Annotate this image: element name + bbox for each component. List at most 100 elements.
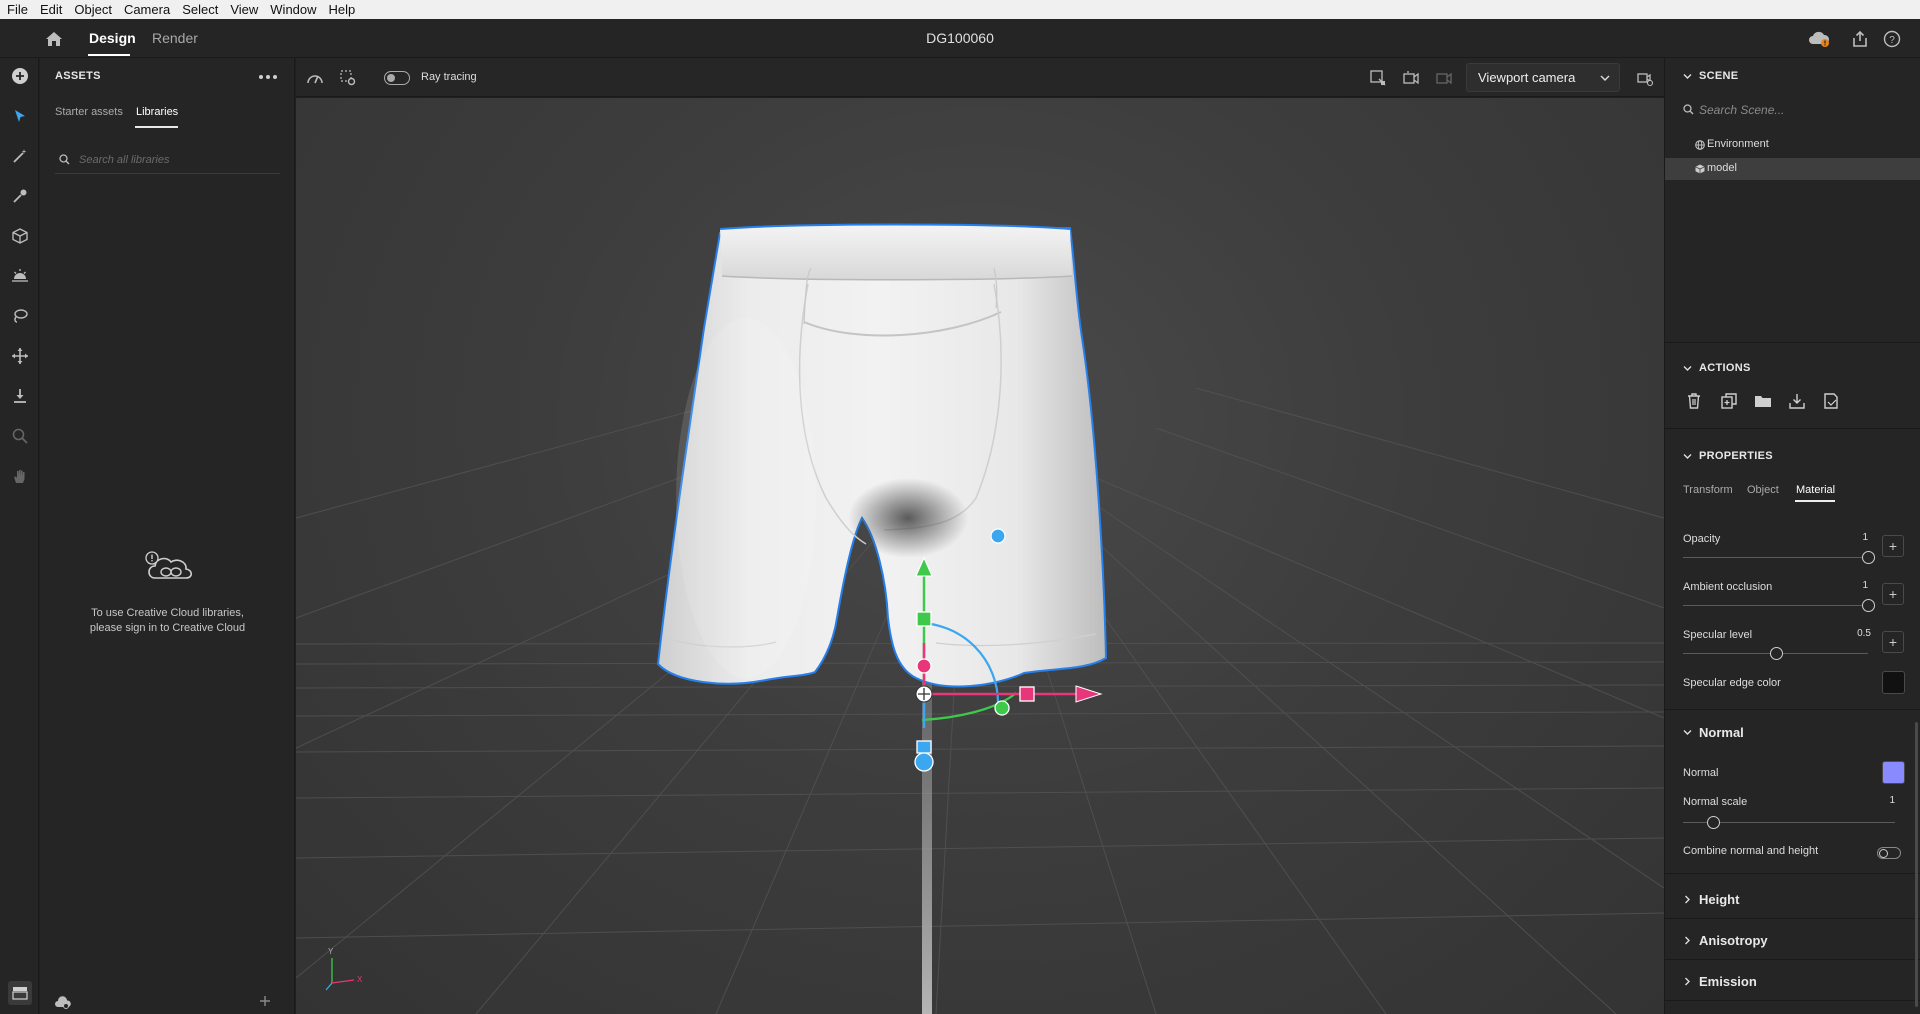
drop-to-ground-icon[interactable] (8, 384, 32, 408)
library-search-input[interactable] (79, 152, 269, 168)
scene-search-input[interactable] (1699, 102, 1899, 118)
gizmo-x-scale[interactable] (1019, 686, 1035, 702)
save-material-icon[interactable] (1822, 392, 1840, 410)
chevron-down-icon[interactable] (1683, 452, 1692, 461)
specular-level-value: 0.5 (1857, 628, 1871, 639)
normal-scale-value: 1 (1889, 795, 1895, 806)
scene-item-environment[interactable]: Environment (1665, 134, 1920, 156)
gizmo-y-scale[interactable] (916, 611, 932, 627)
search-icon (1683, 104, 1694, 115)
combine-normal-height-toggle[interactable] (1877, 847, 1901, 859)
group-icon[interactable] (1754, 392, 1772, 410)
camera-select[interactable]: Viewport camera (1466, 63, 1620, 92)
opacity-slider-thumb[interactable] (1862, 551, 1875, 564)
chevron-down-icon[interactable] (1683, 72, 1692, 81)
search-icon (59, 154, 70, 165)
viewport-toolbar: Ray tracing Viewport camera (296, 58, 1664, 97)
tab-libraries[interactable]: Libraries (136, 106, 178, 118)
opacity-label: Opacity (1683, 533, 1721, 545)
tab-libraries-underline (135, 126, 178, 128)
ambient-occlusion-add-texture-button[interactable]: + (1882, 583, 1904, 605)
divider (1665, 918, 1920, 919)
duplicate-icon[interactable] (1720, 392, 1738, 410)
specular-edge-color-swatch[interactable] (1882, 671, 1905, 694)
tab-object[interactable]: Object (1747, 484, 1779, 496)
camera-select-value: Viewport camera (1478, 70, 1576, 85)
viewport-3d[interactable]: Y X (296, 98, 1664, 1014)
chevron-down-icon[interactable] (1683, 364, 1692, 373)
menu-camera[interactable]: Camera (123, 2, 171, 17)
zoom-icon[interactable] (8, 424, 32, 448)
menu-file[interactable]: File (6, 2, 29, 17)
lasso-icon[interactable] (8, 304, 32, 328)
menu-edit[interactable]: Edit (39, 2, 63, 17)
camera-disabled-icon[interactable] (1433, 67, 1455, 89)
move-icon[interactable] (8, 344, 32, 368)
ray-tracing-toggle[interactable] (384, 71, 410, 85)
camera-settings-icon[interactable] (1634, 67, 1656, 89)
delete-icon[interactable] (1685, 392, 1703, 410)
gizmo-rotate-blue-handle[interactable] (990, 528, 1006, 544)
menu-window[interactable]: Window (269, 2, 317, 17)
hand-icon[interactable] (8, 464, 32, 488)
scrollbar[interactable] (1915, 722, 1918, 1007)
light-icon[interactable] (8, 264, 32, 288)
menu-object[interactable]: Object (73, 2, 113, 17)
specular-level-slider-thumb[interactable] (1769, 647, 1783, 660)
help-icon[interactable]: ? (1881, 28, 1903, 50)
cloud-sync-icon[interactable] (1808, 28, 1830, 50)
cloud-settings-icon[interactable] (55, 996, 71, 1010)
add-library-icon[interactable] (258, 994, 274, 1010)
divider (1665, 342, 1920, 343)
tab-starter-assets[interactable]: Starter assets (55, 106, 123, 118)
gizmo-rotate-green-handle[interactable] (994, 700, 1010, 716)
normal-section-title[interactable]: Normal (1699, 725, 1744, 740)
more-options-icon[interactable] (258, 67, 282, 83)
opacity-add-texture-button[interactable]: + (1882, 535, 1904, 557)
sampler-icon[interactable] (8, 184, 32, 208)
gizmo-z-scale[interactable] (916, 740, 932, 754)
chevron-right-icon[interactable] (1683, 977, 1692, 986)
tab-material[interactable]: Material (1796, 484, 1835, 496)
scene-item-model[interactable]: model (1665, 158, 1920, 180)
select-icon[interactable] (8, 104, 32, 128)
menu-select[interactable]: Select (181, 2, 219, 17)
magic-wand-icon[interactable] (8, 144, 32, 168)
globe-icon (1695, 140, 1705, 150)
performance-icon[interactable] (304, 67, 326, 89)
specular-level-add-texture-button[interactable]: + (1882, 631, 1904, 653)
camera-bookmark-icon[interactable] (1400, 67, 1422, 89)
emission-section-title[interactable]: Emission (1699, 974, 1757, 989)
ambient-occlusion-slider-thumb[interactable] (1862, 599, 1875, 612)
menu-help[interactable]: Help (328, 2, 357, 17)
normal-map-swatch[interactable] (1882, 761, 1905, 784)
gizmo-rotate-red-handle[interactable] (916, 658, 932, 674)
library-search (55, 146, 280, 174)
panel-toggle-icon[interactable] (8, 981, 32, 1005)
gizmo-x-arrow[interactable] (1075, 685, 1103, 703)
boxer-model[interactable] (656, 223, 1108, 688)
normal-scale-slider-thumb[interactable] (1707, 816, 1720, 829)
menu-view[interactable]: View (229, 2, 259, 17)
chevron-right-icon[interactable] (1683, 936, 1692, 945)
assets-panel: ASSETS Starter assets Libraries To use C… (40, 58, 295, 1014)
gizmo-z-handle[interactable] (914, 752, 934, 772)
opacity-slider[interactable] (1683, 557, 1868, 558)
tab-render[interactable]: Render (152, 30, 198, 46)
export-icon[interactable] (1788, 392, 1806, 410)
height-section-title[interactable]: Height (1699, 892, 1739, 907)
add-icon[interactable] (8, 64, 32, 88)
chevron-right-icon[interactable] (1683, 895, 1692, 904)
render-settings-icon[interactable] (337, 67, 359, 89)
scene-search (1683, 100, 1908, 120)
share-icon[interactable] (1849, 28, 1871, 50)
frame-object-icon[interactable] (1367, 67, 1389, 89)
cube-icon[interactable] (8, 224, 32, 248)
ambient-occlusion-slider[interactable] (1683, 605, 1868, 606)
chevron-down-icon[interactable] (1683, 728, 1692, 737)
axis-y-label: Y (328, 947, 334, 956)
tab-design[interactable]: Design (89, 30, 136, 46)
home-icon[interactable] (44, 29, 64, 49)
tab-transform[interactable]: Transform (1683, 484, 1733, 496)
anisotropy-section-title[interactable]: Anisotropy (1699, 933, 1768, 948)
